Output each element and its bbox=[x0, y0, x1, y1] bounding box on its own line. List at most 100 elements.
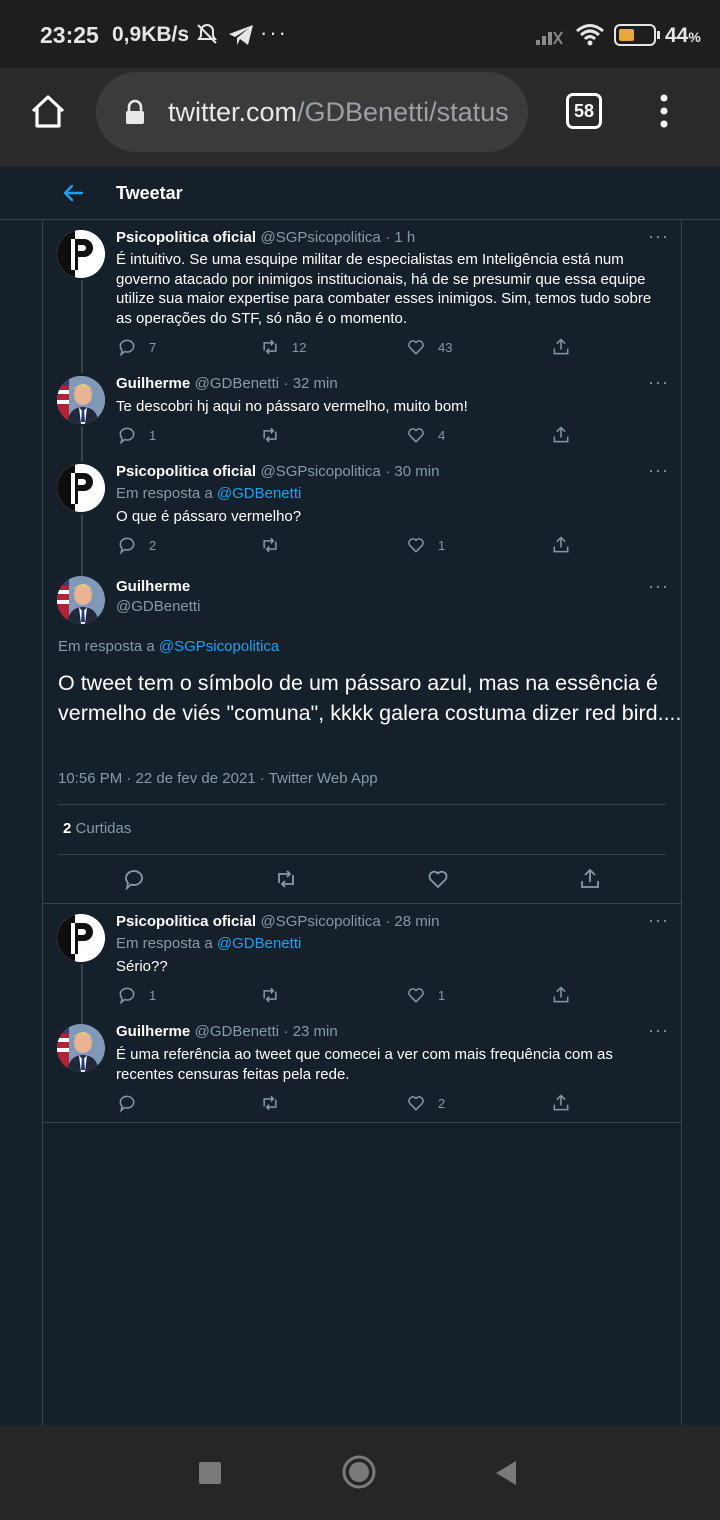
thread-line bbox=[81, 964, 83, 1024]
like-button[interactable]: 43 bbox=[406, 337, 452, 357]
retweet-button[interactable] bbox=[260, 1093, 292, 1113]
tweet-text: É uma referência ao tweet que comecei a … bbox=[116, 1046, 613, 1083]
reply-button[interactable]: 2 bbox=[117, 535, 156, 555]
tweet-author-handle[interactable]: @SGPsicopolitica bbox=[261, 229, 381, 246]
reply-button[interactable]: 7 bbox=[117, 337, 156, 357]
share-button[interactable] bbox=[551, 425, 571, 445]
retweet-button[interactable] bbox=[260, 425, 292, 445]
like-icon[interactable] bbox=[426, 867, 450, 891]
avatar[interactable] bbox=[57, 576, 105, 624]
share-button[interactable] bbox=[551, 985, 571, 1005]
share-icon bbox=[553, 338, 569, 355]
home-icon[interactable] bbox=[29, 92, 67, 130]
share-button[interactable] bbox=[551, 1093, 571, 1113]
like-count: 1 bbox=[438, 987, 446, 1003]
engagement-label: Curtidas bbox=[75, 820, 132, 837]
more-icon[interactable]: ··· bbox=[648, 372, 669, 393]
telegram-icon bbox=[229, 25, 253, 45]
tweet-timestamp[interactable]: 10:56 PM · 22 de fev de 2021 · Twitter W… bbox=[58, 770, 378, 787]
avatar[interactable] bbox=[57, 376, 105, 424]
wifi-icon bbox=[576, 24, 604, 46]
reply-to-link[interactable]: @GDBenetti bbox=[217, 485, 301, 502]
avatar[interactable] bbox=[57, 1024, 105, 1072]
nav-back-icon[interactable] bbox=[494, 1460, 518, 1486]
engagement-stats[interactable]: 2 Curtidas bbox=[63, 820, 131, 837]
share-icon bbox=[553, 1094, 569, 1111]
like-button[interactable]: 1 bbox=[406, 535, 445, 555]
like-count: 43 bbox=[438, 339, 453, 355]
nav-square-icon[interactable] bbox=[199, 1462, 221, 1484]
tweet-time[interactable]: · 28 min bbox=[385, 913, 439, 930]
tweet-author-name[interactable]: Psicopolitica oficial bbox=[116, 913, 256, 930]
retweet-button[interactable]: 12 bbox=[260, 337, 306, 357]
tweet-time[interactable]: · 32 min bbox=[284, 375, 338, 392]
share-button[interactable] bbox=[551, 337, 571, 357]
more-icon[interactable]: ··· bbox=[648, 576, 669, 597]
tweet-author-handle[interactable]: @SGPsicopolitica bbox=[261, 913, 381, 930]
like-button[interactable]: 1 bbox=[406, 985, 445, 1005]
tweet-author-handle[interactable]: @GDBenetti bbox=[116, 598, 200, 615]
more-icon[interactable]: ··· bbox=[648, 910, 669, 931]
more-icon[interactable]: ··· bbox=[648, 460, 669, 481]
psicopolitica-logo bbox=[57, 914, 105, 962]
battery-icon bbox=[614, 24, 656, 46]
status-net-speed: 0,9KB/s bbox=[112, 23, 190, 46]
share-button[interactable] bbox=[551, 535, 571, 555]
tweet-text: O que é pássaro vermelho? bbox=[116, 508, 302, 525]
guilherme-avatar-photo bbox=[57, 376, 105, 424]
like-button[interactable]: 4 bbox=[406, 425, 445, 445]
thread-line bbox=[81, 514, 83, 576]
focused-tweet-text: O tweet tem o símbolo de um pássaro azul… bbox=[58, 671, 682, 725]
retweet-button[interactable] bbox=[260, 535, 292, 555]
like-button[interactable]: 2 bbox=[406, 1093, 445, 1113]
psicopolitica-logo bbox=[57, 464, 105, 512]
reply-context: Em resposta a @GDBenetti bbox=[116, 935, 302, 952]
reply-to-link[interactable]: @SGPsicopolitica bbox=[159, 638, 279, 655]
like-count: 1 bbox=[438, 537, 446, 553]
thread-line bbox=[81, 426, 83, 462]
more-icon[interactable]: ··· bbox=[648, 1020, 669, 1041]
divider bbox=[43, 1122, 681, 1123]
share-icon[interactable] bbox=[578, 867, 602, 891]
guilherme-avatar-photo bbox=[57, 1024, 105, 1072]
tweet-text: Te descobri hj aqui no pássaro vermelho,… bbox=[116, 398, 468, 415]
retweet-icon bbox=[263, 427, 277, 443]
retweet-icon[interactable] bbox=[274, 867, 298, 891]
menu-dots-icon[interactable] bbox=[654, 92, 674, 130]
avatar[interactable] bbox=[57, 230, 105, 278]
reply-button[interactable]: 1 bbox=[117, 425, 156, 445]
reply-to-link[interactable]: @GDBenetti bbox=[217, 935, 301, 952]
reply-button[interactable] bbox=[117, 1093, 149, 1113]
more-notifications-icon: ··· bbox=[260, 20, 288, 45]
tweet-author-handle[interactable]: @GDBenetti bbox=[195, 375, 279, 392]
tweet-author-handle[interactable]: @GDBenetti bbox=[195, 1023, 279, 1040]
tweet-author-name[interactable]: Guilherme bbox=[116, 578, 190, 595]
tweet-time[interactable]: · 30 min bbox=[385, 463, 439, 480]
page-title: Tweetar bbox=[116, 183, 183, 203]
retweet-icon bbox=[263, 987, 277, 1003]
avatar[interactable] bbox=[57, 914, 105, 962]
tweet-author-name[interactable]: Guilherme bbox=[116, 375, 190, 392]
tweet-author-name[interactable]: Guilherme bbox=[116, 1023, 190, 1040]
tweet-author-name[interactable]: Psicopolitica oficial bbox=[116, 463, 256, 480]
back-arrow-icon[interactable] bbox=[62, 183, 84, 203]
tab-switcher-button[interactable]: 58 bbox=[566, 93, 602, 129]
url-text[interactable]: twitter.com/GDBenetti/status bbox=[168, 97, 509, 128]
tweet-author-handle[interactable]: @SGPsicopolitica bbox=[261, 463, 381, 480]
guilherme-avatar-photo bbox=[57, 576, 105, 624]
nav-circle-icon[interactable] bbox=[341, 1454, 377, 1490]
reply-count: 1 bbox=[149, 987, 157, 1003]
tweet-time[interactable]: · 1 h bbox=[385, 229, 415, 246]
more-icon[interactable]: ··· bbox=[648, 226, 669, 247]
mute-notification-icon bbox=[197, 23, 217, 44]
retweet-icon bbox=[263, 537, 277, 553]
avatar[interactable] bbox=[57, 464, 105, 512]
reply-icon[interactable] bbox=[122, 867, 146, 891]
tweet-author-name[interactable]: Psicopolitica oficial bbox=[116, 229, 256, 246]
reply-icon bbox=[119, 339, 135, 357]
system-navigation-bar bbox=[0, 1425, 720, 1520]
retweet-button[interactable] bbox=[260, 985, 292, 1005]
reply-button[interactable]: 1 bbox=[117, 985, 156, 1005]
tweet-actions: 1 1 bbox=[117, 985, 587, 1009]
tweet-time[interactable]: · 23 min bbox=[284, 1023, 338, 1040]
